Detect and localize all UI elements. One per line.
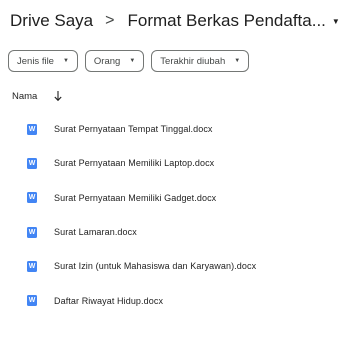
filter-chip-label: Orang [93, 55, 121, 67]
breadcrumb-root[interactable]: Drive Saya [10, 11, 93, 31]
file-name: Daftar Riwayat Hidup.docx [54, 295, 164, 306]
word-doc-icon: W [27, 226, 37, 238]
file-row[interactable]: W Surat Pernyataan Memiliki Laptop.docx [0, 146, 360, 180]
breadcrumb-separator: > [105, 12, 115, 29]
breadcrumb: Drive Saya > Format Berkas Pendafta... ▼ [10, 8, 354, 34]
file-list: W Surat Pernyataan Tempat Tinggal.docx W… [0, 112, 360, 318]
filter-chip-label: Jenis file [17, 55, 54, 67]
file-row[interactable]: W Surat Izin (untuk Mahasiswa dan Karyaw… [0, 249, 360, 283]
list-column-header: Nama [12, 90, 63, 102]
word-doc-icon: W [27, 295, 37, 307]
caret-down-icon: ▼ [62, 58, 69, 64]
file-name: Surat Pernyataan Tempat Tinggal.docx [54, 124, 213, 135]
file-name: Surat Izin (untuk Mahasiswa dan Karyawan… [54, 261, 257, 272]
filter-chip-label: Terakhir diubah [160, 55, 226, 67]
word-doc-icon: W [27, 192, 37, 204]
filter-chip-people[interactable]: Orang ▼ [84, 50, 145, 72]
word-doc-icon: W [27, 123, 37, 135]
column-name-label[interactable]: Nama [12, 91, 37, 102]
caret-down-icon: ▼ [331, 16, 340, 26]
caret-down-icon: ▼ [234, 58, 241, 64]
caret-down-icon: ▼ [129, 58, 136, 64]
file-row[interactable]: W Surat Pernyataan Memiliki Gadget.docx [0, 181, 360, 215]
breadcrumb-current-folder[interactable]: Format Berkas Pendafta... ▼ [127, 11, 339, 31]
breadcrumb-current-label: Format Berkas Pendafta... [127, 11, 326, 30]
word-doc-icon: W [27, 157, 37, 169]
filter-bar: Jenis file ▼ Orang ▼ Terakhir diubah ▼ [8, 50, 250, 72]
file-name: Surat Pernyataan Memiliki Gadget.docx [54, 192, 217, 203]
file-name: Surat Pernyataan Memiliki Laptop.docx [54, 158, 215, 169]
filter-chip-file-type[interactable]: Jenis file ▼ [8, 50, 78, 72]
file-row[interactable]: W Surat Pernyataan Tempat Tinggal.docx [0, 112, 360, 146]
file-row[interactable]: W Daftar Riwayat Hidup.docx [0, 283, 360, 317]
file-name: Surat Lamaran.docx [54, 227, 137, 238]
word-doc-icon: W [27, 260, 37, 272]
filter-chip-last-modified[interactable]: Terakhir diubah ▼ [151, 50, 250, 72]
file-row[interactable]: W Surat Lamaran.docx [0, 215, 360, 249]
arrow-down-icon[interactable] [53, 90, 63, 102]
